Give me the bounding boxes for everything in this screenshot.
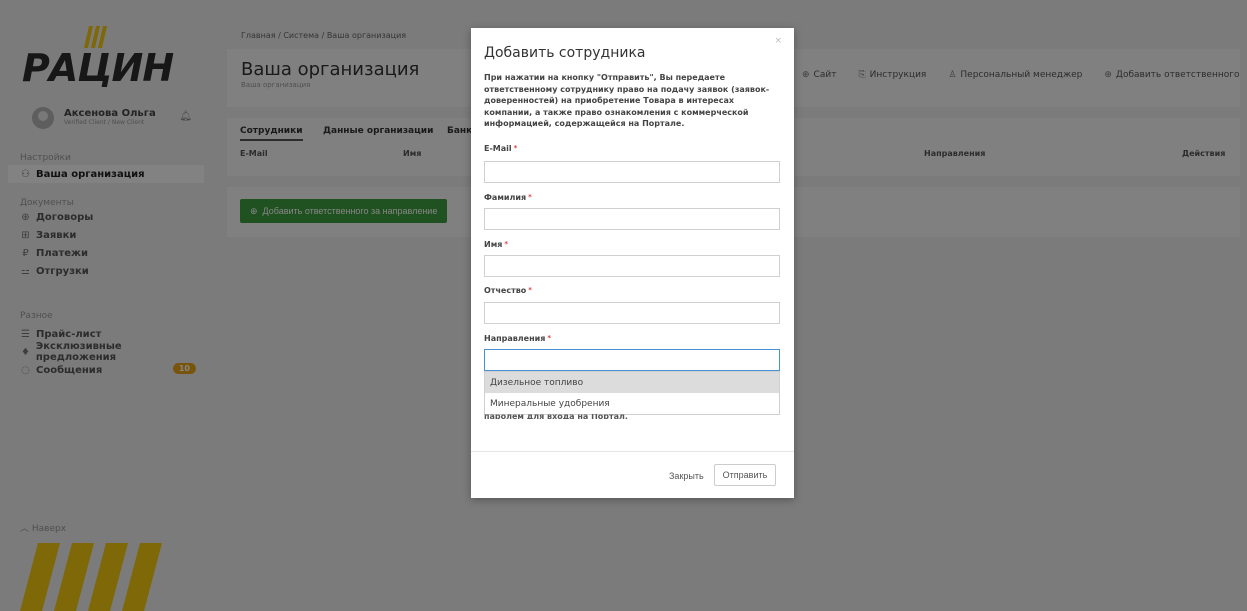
send-button[interactable]: Отправить bbox=[714, 464, 776, 486]
close-icon[interactable]: × bbox=[774, 36, 782, 46]
lastname-label: Фамилия * bbox=[484, 193, 532, 202]
dropdown-option-fertilizers[interactable]: Минеральные удобрения bbox=[485, 393, 779, 414]
required-mark: * bbox=[513, 144, 518, 152]
required-mark: * bbox=[528, 286, 532, 294]
required-mark: * bbox=[504, 240, 509, 248]
firstname-label-text: Имя bbox=[484, 240, 503, 249]
directions-label-text: Направления bbox=[484, 334, 546, 343]
middlename-label-text: Отчество bbox=[484, 286, 527, 295]
lastname-label-text: Фамилия bbox=[484, 193, 527, 202]
modal-description: При нажатии на кнопку "Отправить", Вы пе… bbox=[484, 73, 770, 128]
middlename-label: Отчество * bbox=[484, 286, 532, 295]
required-mark: * bbox=[528, 193, 532, 201]
directions-label: Направления * bbox=[484, 334, 551, 343]
middlename-field[interactable] bbox=[484, 302, 780, 324]
directions-dropdown: Дизельное топливо Минеральные удобрения bbox=[484, 371, 780, 415]
login-hint-text: паролем для входа на Портал. bbox=[484, 414, 628, 419]
modal-title: Добавить сотрудника bbox=[484, 45, 646, 61]
required-mark: * bbox=[547, 334, 552, 342]
add-employee-modal: Добавить сотрудника × При нажатии на кно… bbox=[471, 28, 794, 498]
close-button[interactable]: Закрыть bbox=[669, 471, 704, 481]
dropdown-option-diesel[interactable]: Дизельное топливо bbox=[485, 372, 779, 393]
modal-footer-divider bbox=[471, 451, 794, 452]
email-label-text: E-Mail bbox=[484, 144, 512, 153]
email-field[interactable] bbox=[484, 161, 780, 183]
firstname-field[interactable] bbox=[484, 255, 780, 277]
directions-select[interactable] bbox=[484, 349, 780, 371]
lastname-field[interactable] bbox=[484, 208, 780, 230]
firstname-label: Имя * bbox=[484, 240, 508, 249]
email-label: E-Mail * bbox=[484, 144, 517, 153]
